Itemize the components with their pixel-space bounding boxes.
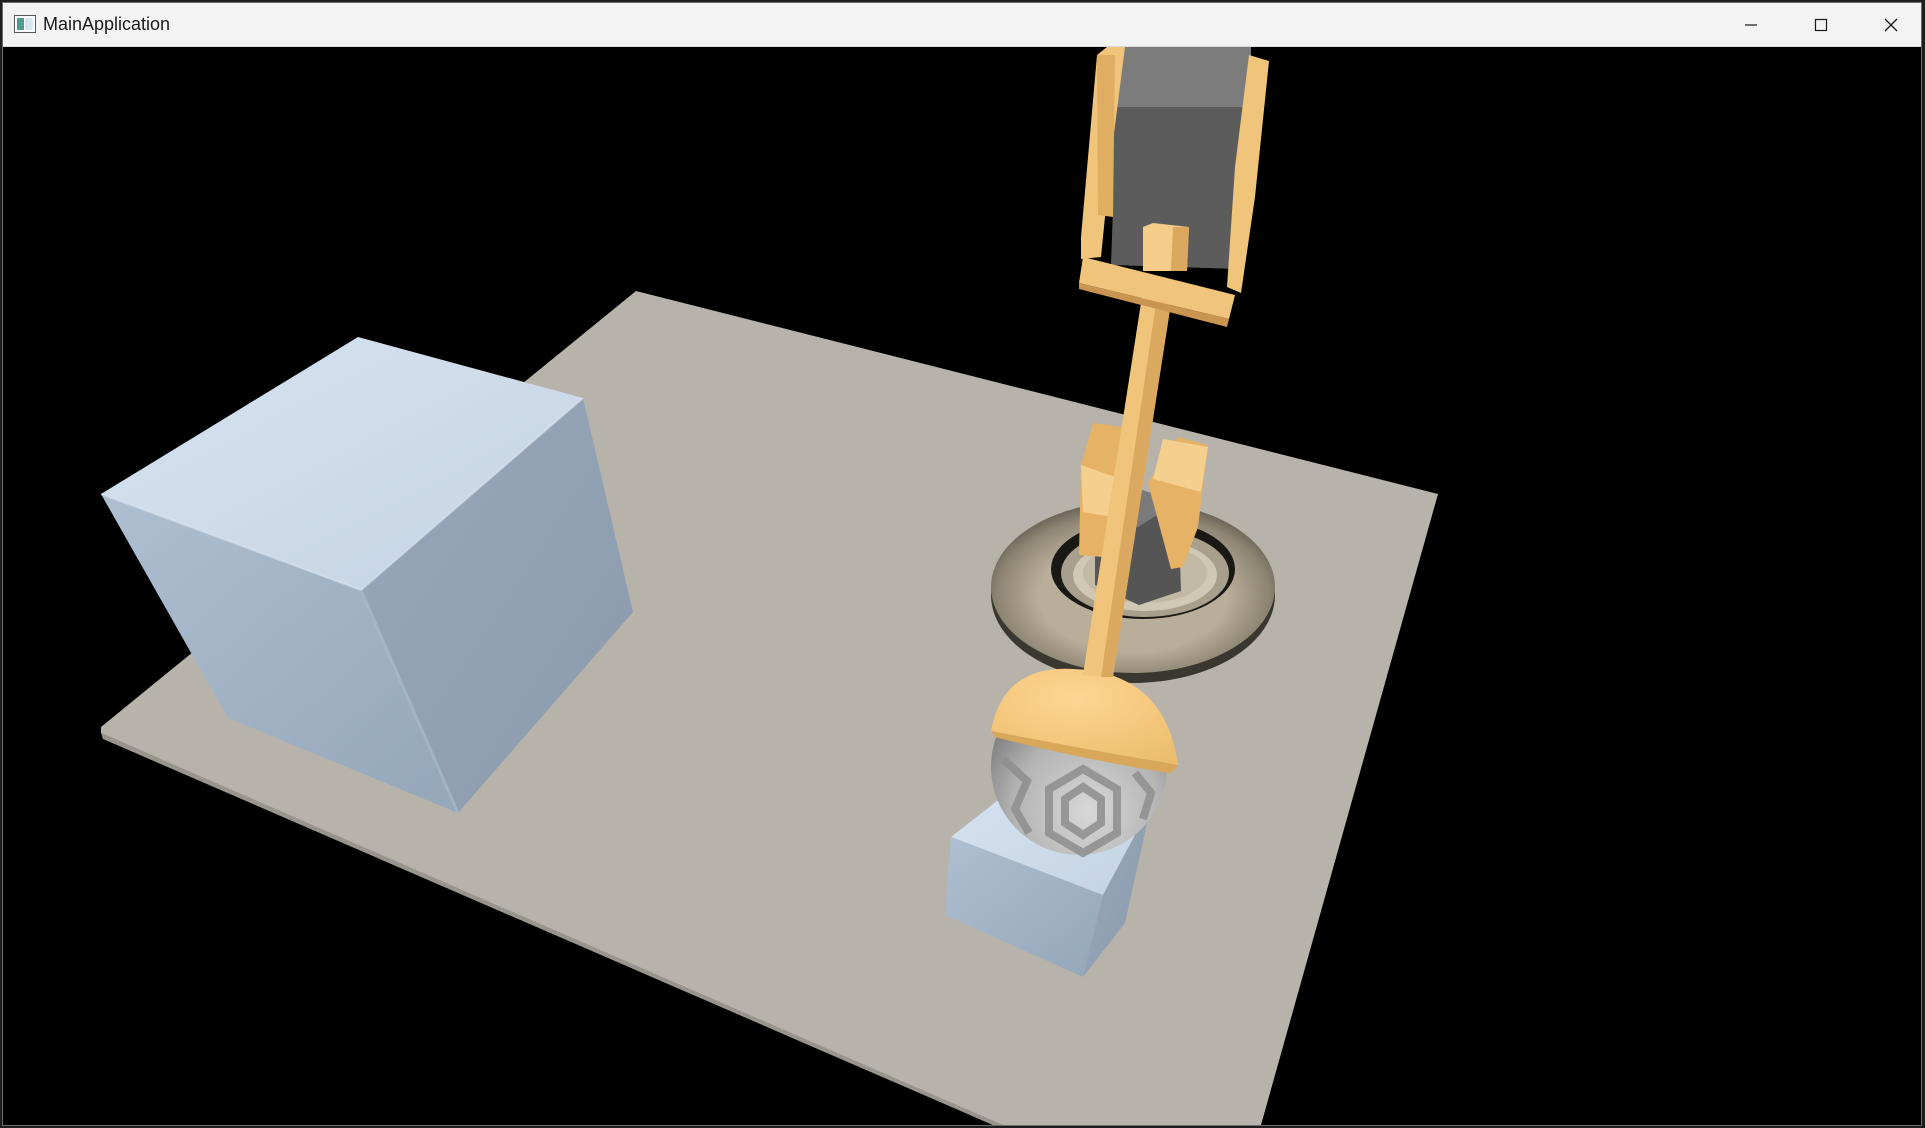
close-icon [1884,18,1898,32]
3d-viewport[interactable] [3,47,1921,1125]
maximize-button[interactable] [1786,3,1856,47]
maximize-icon [1814,18,1828,32]
window-title: MainApplication [43,14,171,34]
application-window: MainApplication [2,2,1922,1126]
minimize-icon [1745,24,1757,26]
scene-canvas[interactable] [3,47,1921,1125]
close-button[interactable] [1856,3,1921,47]
minimize-button[interactable] [1716,3,1786,47]
app-icon [14,15,36,33]
title-bar[interactable]: MainApplication [3,3,1921,47]
